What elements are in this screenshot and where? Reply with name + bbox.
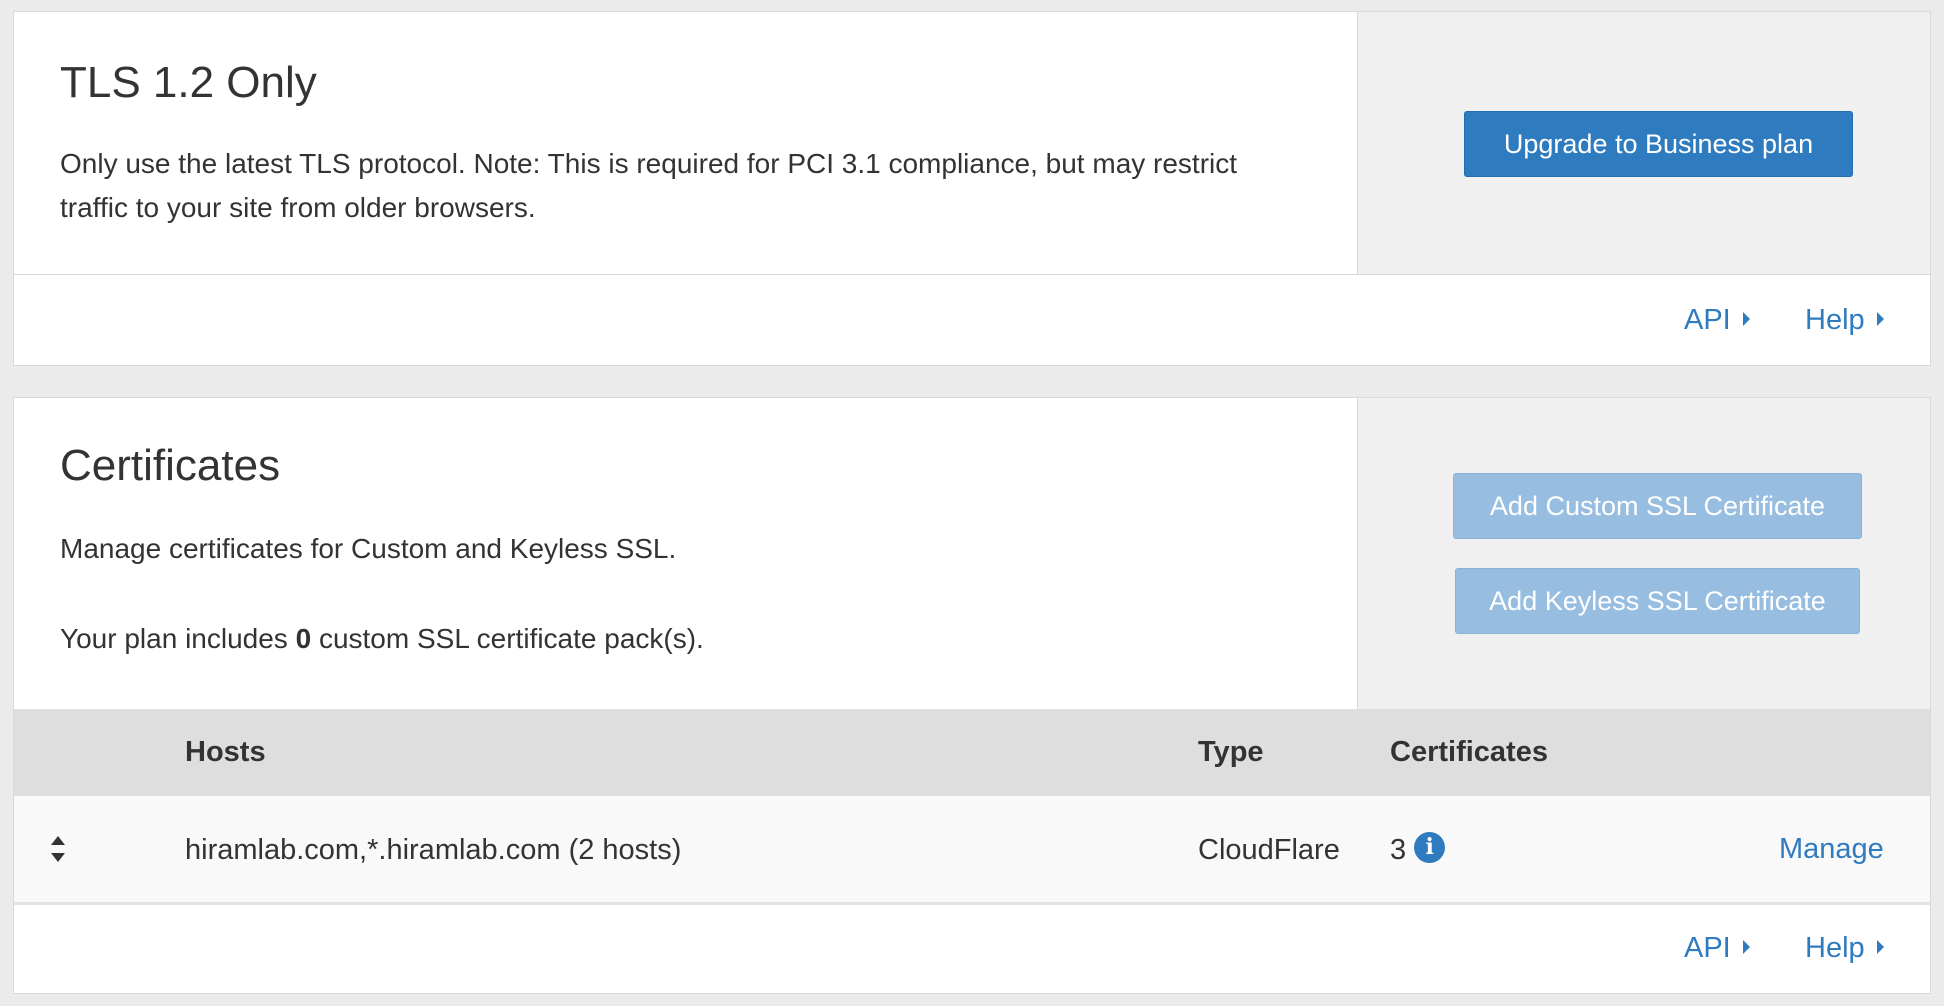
tls-title: TLS 1.2 Only [60,58,317,107]
row-hosts: hiramlab.com,*.hiramlab.com (2 hosts) [185,834,682,866]
plan-info: Your plan includes 0 custom SSL certific… [60,617,704,661]
row-certificates-count: 3 [1390,834,1407,866]
api-link[interactable]: API [1684,275,1750,365]
caret-right-icon [1742,940,1750,955]
caret-right-icon [1742,312,1750,327]
certificates-card-side: Add Custom SSL Certificate Add Keyless S… [1357,398,1930,709]
certificates-card: Certificates Manage certificates for Cus… [13,397,1931,994]
plan-prefix: Your plan includes [60,623,288,654]
manage-link[interactable]: Manage [1779,796,1884,902]
column-header-certificates: Certificates [1390,736,1548,768]
caret-right-icon [1876,940,1884,955]
help-link[interactable]: Help [1805,275,1884,365]
add-keyless-ssl-button[interactable]: Add Keyless SSL Certificate [1455,568,1860,634]
certificates-title: Certificates [60,441,281,490]
table-row: hiramlab.com,*.hiramlab.com (2 hosts) Cl… [14,796,1930,906]
certificates-card-footer: API Help [14,902,1930,993]
plan-count: 0 [295,623,312,654]
tls-card-footer: API Help [14,274,1930,365]
help-link-label: Help [1805,304,1865,336]
plan-suffix: custom SSL certificate pack(s). [318,623,704,654]
help-link[interactable]: Help [1805,905,1884,991]
tls-description: Only use the latest TLS protocol. Note: … [60,148,1238,223]
add-custom-ssl-button[interactable]: Add Custom SSL Certificate [1453,473,1862,539]
api-link-label: API [1684,304,1731,336]
help-link-label: Help [1805,932,1865,964]
certificates-table-header: Hosts Type Certificates [14,709,1930,796]
certificates-description: Manage certificates for Custom and Keyle… [60,533,677,564]
column-header-hosts: Hosts [185,736,266,768]
api-link-label: API [1684,932,1731,964]
tls-card-body: TLS 1.2 Only Only use the latest TLS pro… [14,12,1357,275]
info-icon[interactable]: i [1414,831,1446,863]
upgrade-button[interactable]: Upgrade to Business plan [1464,111,1853,177]
row-certificates: 3i [1390,796,1446,904]
certificates-card-body: Certificates Manage certificates for Cus… [14,398,1357,709]
caret-right-icon [1876,312,1884,327]
row-type: CloudFlare [1198,834,1340,866]
tls-card-side: Upgrade to Business plan [1357,12,1930,275]
column-header-type: Type [1198,736,1264,768]
tls-card: TLS 1.2 Only Only use the latest TLS pro… [13,11,1931,366]
sort-icon[interactable] [48,834,68,864]
api-link[interactable]: API [1684,905,1750,991]
